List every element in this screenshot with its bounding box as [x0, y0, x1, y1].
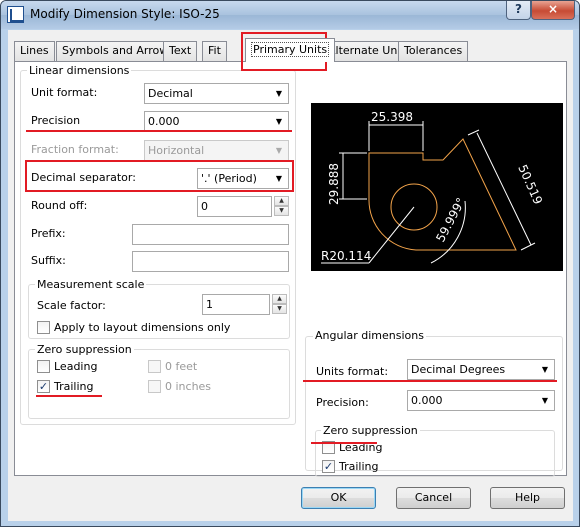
linear-trailing-label: Trailing [54, 380, 94, 393]
decimal-separator-highlight [25, 160, 294, 192]
ok-button[interactable]: OK [301, 487, 376, 509]
linear-leading-checkbox[interactable] [37, 360, 50, 373]
round-off-spinner[interactable]: ▲ ▼ [274, 196, 289, 217]
dimension-preview: 25.398 29.888 50.519 59.999° R20.114 [311, 103, 563, 271]
angular-trailing-checkbox[interactable]: ✓ [322, 460, 335, 473]
spin-down-icon[interactable]: ▼ [272, 304, 287, 314]
chevron-down-icon: ▼ [541, 396, 549, 405]
dim-top-text: 25.398 [371, 110, 413, 124]
chevron-down-icon: ▼ [275, 146, 283, 155]
angular-precision-select[interactable]: 0.000 ▼ [407, 390, 555, 411]
tab-tolerances[interactable]: Tolerances [398, 41, 469, 61]
apply-layout-only-checkbox[interactable] [37, 321, 50, 334]
zero-feet-label: 0 feet [165, 360, 198, 373]
zero-inches-checkbox[interactable] [148, 380, 161, 393]
angular-units-format-value: Decimal Degrees [411, 363, 506, 376]
dialog-client: Lines Symbols and Arrows Text Fit Primar… [8, 30, 573, 521]
cancel-button[interactable]: Cancel [396, 487, 471, 509]
chevron-down-icon: ▼ [275, 117, 283, 126]
fraction-format-label: Fraction format: [31, 143, 119, 156]
dim-left-text: 29.888 [327, 163, 341, 205]
tab-primary-units-label: Primary Units [251, 42, 330, 57]
precision-label: Precision [31, 114, 81, 127]
tab-fit[interactable]: Fit [202, 41, 227, 61]
linear-zero-suppression-title: Zero suppression [35, 343, 134, 356]
prefix-input[interactable] [132, 224, 289, 245]
primary-units-panel: Linear dimensions Unit format: Decimal ▼… [14, 61, 567, 477]
linear-trailing-checkbox[interactable]: ✓ [37, 380, 50, 393]
fraction-format-select[interactable]: Horizontal ▼ [144, 140, 289, 161]
autocad-app-icon [7, 6, 24, 23]
apply-layout-only-label: Apply to layout dimensions only [54, 321, 231, 334]
angular-dimensions-title: Angular dimensions [313, 329, 426, 342]
unit-format-label: Unit format: [31, 86, 98, 99]
linear-trailing-underline [36, 395, 102, 397]
tab-symbols-and-arrows[interactable]: Symbols and Arrows [56, 41, 180, 61]
round-off-label: Round off: [31, 199, 88, 212]
title-bar[interactable]: Modify Dimension Style: ISO-25 ? × [1, 1, 579, 29]
spin-down-icon[interactable]: ▼ [274, 206, 289, 216]
dialog-window: Modify Dimension Style: ISO-25 ? × Lines… [0, 0, 580, 527]
angular-units-format-label: Units format: [316, 365, 389, 378]
suffix-input[interactable] [132, 251, 289, 272]
linear-leading-label: Leading [54, 360, 98, 373]
chevron-down-icon: ▼ [541, 365, 549, 374]
dim-radius-text: R20.114 [321, 249, 371, 263]
spin-up-icon[interactable]: ▲ [272, 294, 287, 304]
suffix-label: Suffix: [31, 254, 66, 267]
window-title: Modify Dimension Style: ISO-25 [30, 7, 220, 21]
measurement-scale-title: Measurement scale [35, 278, 147, 291]
precision-underline [26, 130, 292, 132]
scale-factor-input[interactable]: 1 [202, 294, 270, 315]
help-button[interactable]: Help [490, 487, 565, 509]
spin-up-icon[interactable]: ▲ [274, 196, 289, 206]
unit-format-value: Decimal [148, 87, 193, 100]
prefix-label: Prefix: [31, 227, 66, 240]
fraction-format-value: Horizontal [148, 144, 205, 157]
zero-inches-label: 0 inches [165, 380, 212, 393]
angular-units-format-select[interactable]: Decimal Degrees ▼ [407, 359, 555, 380]
scale-factor-label: Scale factor: [37, 299, 106, 312]
scale-factor-spinner[interactable]: ▲ ▼ [272, 294, 287, 315]
linear-dimensions-title: Linear dimensions [27, 64, 132, 77]
title-help-button[interactable]: ? [506, 1, 531, 20]
close-button[interactable]: × [531, 1, 575, 20]
precision-value: 0.000 [148, 115, 180, 128]
chevron-down-icon: ▼ [275, 89, 283, 98]
unit-format-select[interactable]: Decimal ▼ [144, 83, 289, 104]
angular-precision-underline [303, 380, 557, 382]
angular-precision-label: Precision: [316, 396, 369, 409]
angular-trailing-label: Trailing [339, 460, 379, 473]
angular-zero-suppression-title: Zero suppression [321, 424, 420, 437]
round-off-input[interactable]: 0 [197, 196, 272, 217]
zero-feet-checkbox[interactable] [148, 360, 161, 373]
angular-trailing-underline [311, 442, 377, 444]
precision-select[interactable]: 0.000 ▼ [144, 111, 289, 132]
tab-lines[interactable]: Lines [14, 41, 55, 61]
tab-primary-units[interactable]: Primary Units [245, 38, 336, 62]
tab-text[interactable]: Text [163, 41, 198, 61]
dim-angle-text: 59.999° [433, 195, 468, 244]
dim-right-text: 50.519 [515, 163, 545, 207]
preview-drawing: 25.398 29.888 50.519 59.999° R20.114 [321, 110, 545, 264]
angular-precision-value: 0.000 [411, 394, 443, 407]
